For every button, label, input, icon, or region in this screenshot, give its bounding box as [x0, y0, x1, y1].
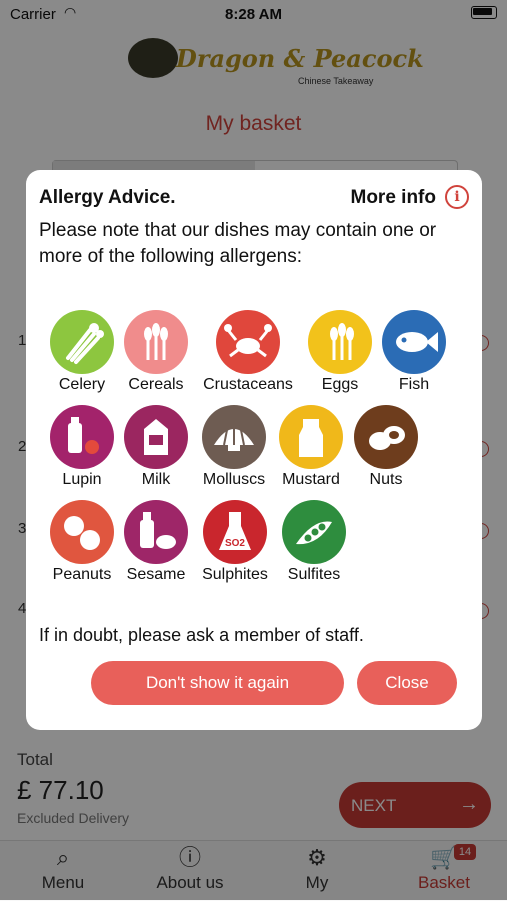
sesame-icon [124, 500, 188, 564]
peanut-icon [50, 500, 114, 564]
allergen-label: Nuts [369, 471, 403, 488]
flask-icon: SO2 [203, 500, 267, 564]
fish-icon [382, 310, 446, 374]
allergen-nuts: Nuts [346, 405, 426, 495]
soybean-icon [282, 500, 346, 564]
allergen-cereals: Cereals [116, 310, 196, 400]
allergy-dialog: Allergy Advice. More info i Please note … [26, 170, 482, 730]
allergen-sulphites: SO2 Sulphites [195, 500, 275, 590]
lupin-icon [50, 405, 114, 469]
nut-icon [354, 405, 418, 469]
celery-icon [50, 310, 114, 374]
dont-show-again-button[interactable]: Don't show it again [91, 661, 344, 705]
allergen-label: Sulfites [287, 566, 341, 583]
allergen-label: Fish [398, 376, 430, 393]
close-button[interactable]: Close [357, 661, 457, 705]
allergen-color [308, 310, 372, 374]
wheat-icon [124, 310, 188, 374]
allergen-sulfites: Sulfites [274, 500, 354, 590]
allergen-fish: Fish [374, 310, 454, 400]
mustard-icon [279, 405, 343, 469]
shell-icon [202, 405, 266, 469]
allergen-label: Crustaceans [203, 376, 293, 393]
info-icon[interactable]: i [445, 185, 469, 209]
allergen-color [124, 500, 188, 564]
crab-icon [216, 310, 280, 374]
allergen-label: Cereals [128, 376, 184, 393]
allergen-sesame: Sesame [116, 500, 196, 590]
dialog-title: Allergy Advice. [39, 187, 176, 208]
milk-icon [124, 405, 188, 469]
eggs-icon [308, 310, 372, 374]
more-info-link[interactable]: More info [351, 187, 437, 209]
doubt-notice: If in doubt, please ask a member of staf… [39, 625, 364, 645]
so2-label: SO2 [225, 538, 245, 549]
dialog-description: Please note that our dishes may contain … [39, 220, 437, 267]
allergen-crustaceans: Crustaceans [203, 310, 293, 400]
